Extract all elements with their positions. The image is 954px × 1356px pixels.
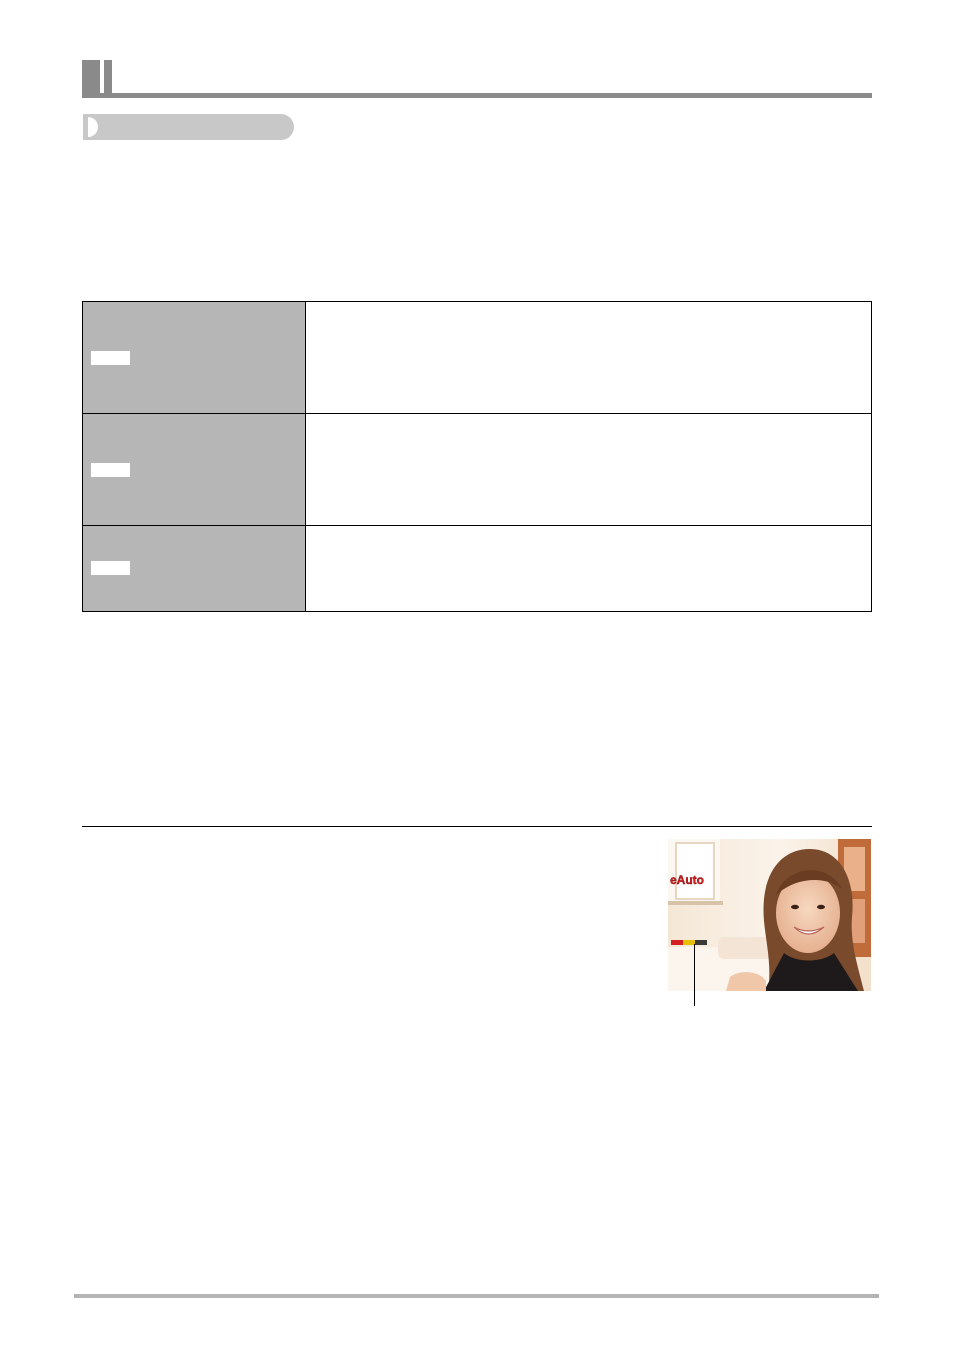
indicator-red: [671, 940, 683, 945]
mode-description-cell: [305, 413, 872, 526]
key-chip: [91, 561, 130, 575]
camera-preview-photo: eAuto: [668, 839, 871, 991]
portrait-image: [668, 839, 871, 991]
mode-description-cell: [305, 525, 872, 612]
table-row: [82, 413, 872, 526]
mode-table: [82, 301, 872, 612]
mode-badge: eAuto: [670, 873, 704, 887]
footer-rule: [74, 1294, 879, 1298]
key-chip: [91, 351, 130, 365]
table-row: [82, 525, 872, 612]
mode-label-cell: [82, 301, 306, 414]
table-row: [82, 301, 872, 414]
subsection-heading: [83, 114, 294, 140]
divider-rule: [82, 826, 872, 827]
key-chip: [91, 463, 130, 477]
indicator-dark: [695, 940, 707, 945]
callout-line: [694, 944, 695, 1006]
mode-label-cell: [82, 525, 306, 612]
section-header-rule: [82, 93, 872, 98]
mode-label-cell: [82, 413, 306, 526]
subsection-marker-icon: [88, 117, 98, 137]
mode-description-cell: [305, 301, 872, 414]
section-header: [82, 60, 872, 98]
